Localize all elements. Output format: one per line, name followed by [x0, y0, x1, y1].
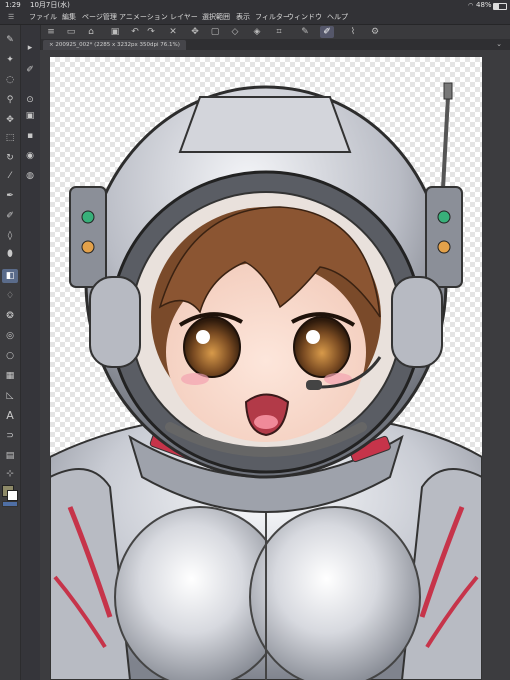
blur-icon[interactable]: ♢ [2, 289, 18, 303]
command-bar: ≡ ▭ ⌂ ▣ ↶ ↷ ✕ ✥ ▢ ◇ ◈ ⌗ ✎ ✐ ⌇ ⚙ [40, 25, 510, 40]
sub-tool-stack-icon[interactable]: ◍ [22, 169, 38, 183]
pen-icon[interactable]: ✎ [298, 26, 312, 38]
menu-selection[interactable]: 選択範囲 [202, 11, 230, 24]
zoom-icon[interactable]: ⚲ [2, 93, 18, 107]
document-tab[interactable]: × 200925_002* (2285 x 3232px 350dpi 76.1… [43, 40, 186, 50]
astronaut-illustration [50, 82, 482, 680]
pen-icon[interactable]: ✒ [2, 189, 18, 203]
layer-icon[interactable]: ▤ [2, 449, 18, 463]
menu-animation[interactable]: アニメーション [119, 11, 168, 24]
shape-icon[interactable]: ◎ [2, 329, 18, 343]
menu-page[interactable]: ページ管理 [82, 11, 117, 24]
select-icon[interactable]: ⬚ [2, 131, 18, 145]
select-all-icon[interactable]: ▢ [208, 26, 222, 38]
wand-icon[interactable]: ✦ [2, 53, 18, 67]
fill-icon[interactable]: ◈ [250, 26, 264, 38]
lasso-icon[interactable]: ◌ [2, 73, 18, 87]
frame-icon[interactable]: ○ [2, 349, 18, 363]
ruler-icon[interactable]: ▦ [2, 369, 18, 383]
delete-icon[interactable]: ✕ [166, 26, 180, 38]
tab-bar: × 200925_002* (2285 x 3232px 350dpi 76.1… [40, 39, 510, 50]
brush-icon[interactable]: ✐ [320, 26, 334, 38]
menu-icon[interactable]: ≡ [44, 26, 58, 38]
settings-icon[interactable]: ⚙ [368, 26, 382, 38]
app-menu-icon[interactable]: ☰ [8, 11, 14, 24]
menu-layer[interactable]: レイヤー [170, 11, 198, 24]
color-mode-toggle[interactable] [2, 501, 18, 507]
correct-icon[interactable]: ⊹ [2, 467, 18, 481]
tool-palette: ✎ ✦ ◌ ⚲ ✥ ⬚ ↻ ⁄ ✒ ✐ ◊ ⬮ ◧ ♢ ❂ ◎ ○ ▦ ◺ A … [0, 25, 21, 680]
eyedropper-icon[interactable]: ⌇ [346, 26, 360, 38]
menu-help[interactable]: ヘルプ [327, 11, 348, 24]
canvas-artwork[interactable] [50, 57, 482, 680]
status-battery: 48% [476, 1, 492, 9]
menu-window[interactable]: ウィンドウ [287, 11, 322, 24]
sub-tool-collapse-icon[interactable]: ▸ [22, 41, 38, 55]
status-time: 1:29 [5, 1, 21, 9]
sub-tool-brush-icon[interactable]: ✐ [22, 63, 38, 77]
undo-icon[interactable]: ↶ [128, 26, 142, 38]
menu-view[interactable]: 表示 [236, 11, 250, 24]
battery-icon [493, 3, 507, 10]
transform-icon[interactable]: ✥ [188, 26, 202, 38]
status-date: 10月7日(水) [30, 1, 70, 9]
eraser-icon[interactable]: ◊ [2, 229, 18, 243]
eyedropper-icon[interactable]: ⁄ [2, 169, 18, 183]
fill-icon[interactable]: ⬮ [2, 247, 18, 261]
sub-tool-history-icon[interactable]: ◉ [22, 149, 38, 163]
sub-tool-pen-icon[interactable]: ▪ [22, 129, 38, 143]
sub-color-swatch[interactable] [7, 490, 18, 501]
pencil-icon[interactable]: ✎ [2, 33, 18, 47]
save-icon[interactable]: ▣ [108, 26, 122, 38]
menu-bar: ☰ ファイル 編集 ページ管理 アニメーション レイヤー 選択範囲 表示 フィル… [0, 11, 510, 25]
airbrush-icon[interactable]: ❂ [2, 309, 18, 323]
deselect-icon[interactable]: ◇ [228, 26, 242, 38]
figure-icon[interactable]: ◺ [2, 389, 18, 403]
sub-tool-layer-icon[interactable]: ▣ [22, 109, 38, 123]
sub-tool-palette: ▸ ✐ ⊙ ▣ ▪ ◉ ◍ [21, 25, 41, 680]
menu-edit[interactable]: 編集 [62, 11, 76, 24]
brush-icon[interactable]: ✐ [2, 209, 18, 223]
text-icon[interactable]: A [2, 409, 18, 423]
canvas-area[interactable] [40, 50, 510, 680]
chevron-down-icon[interactable]: ⌄ [496, 39, 502, 50]
menu-file[interactable]: ファイル [29, 11, 57, 24]
new-icon[interactable]: ▭ [64, 26, 78, 38]
status-bar: 1:29 10月7日(水) ◠ 48% [0, 0, 510, 11]
move-icon[interactable]: ✥ [2, 113, 18, 127]
menu-filter[interactable]: フィルター [255, 11, 290, 24]
balloon-icon[interactable]: ⊃ [2, 429, 18, 443]
gradient-icon[interactable]: ◧ [2, 269, 18, 283]
redo-icon[interactable]: ↷ [144, 26, 158, 38]
rotate-icon[interactable]: ↻ [2, 151, 18, 165]
wifi-icon: ◠ [468, 2, 474, 9]
open-icon[interactable]: ⌂ [84, 26, 98, 38]
crop-icon[interactable]: ⌗ [272, 26, 286, 38]
sub-tool-zoom-icon[interactable]: ⊙ [22, 93, 38, 107]
